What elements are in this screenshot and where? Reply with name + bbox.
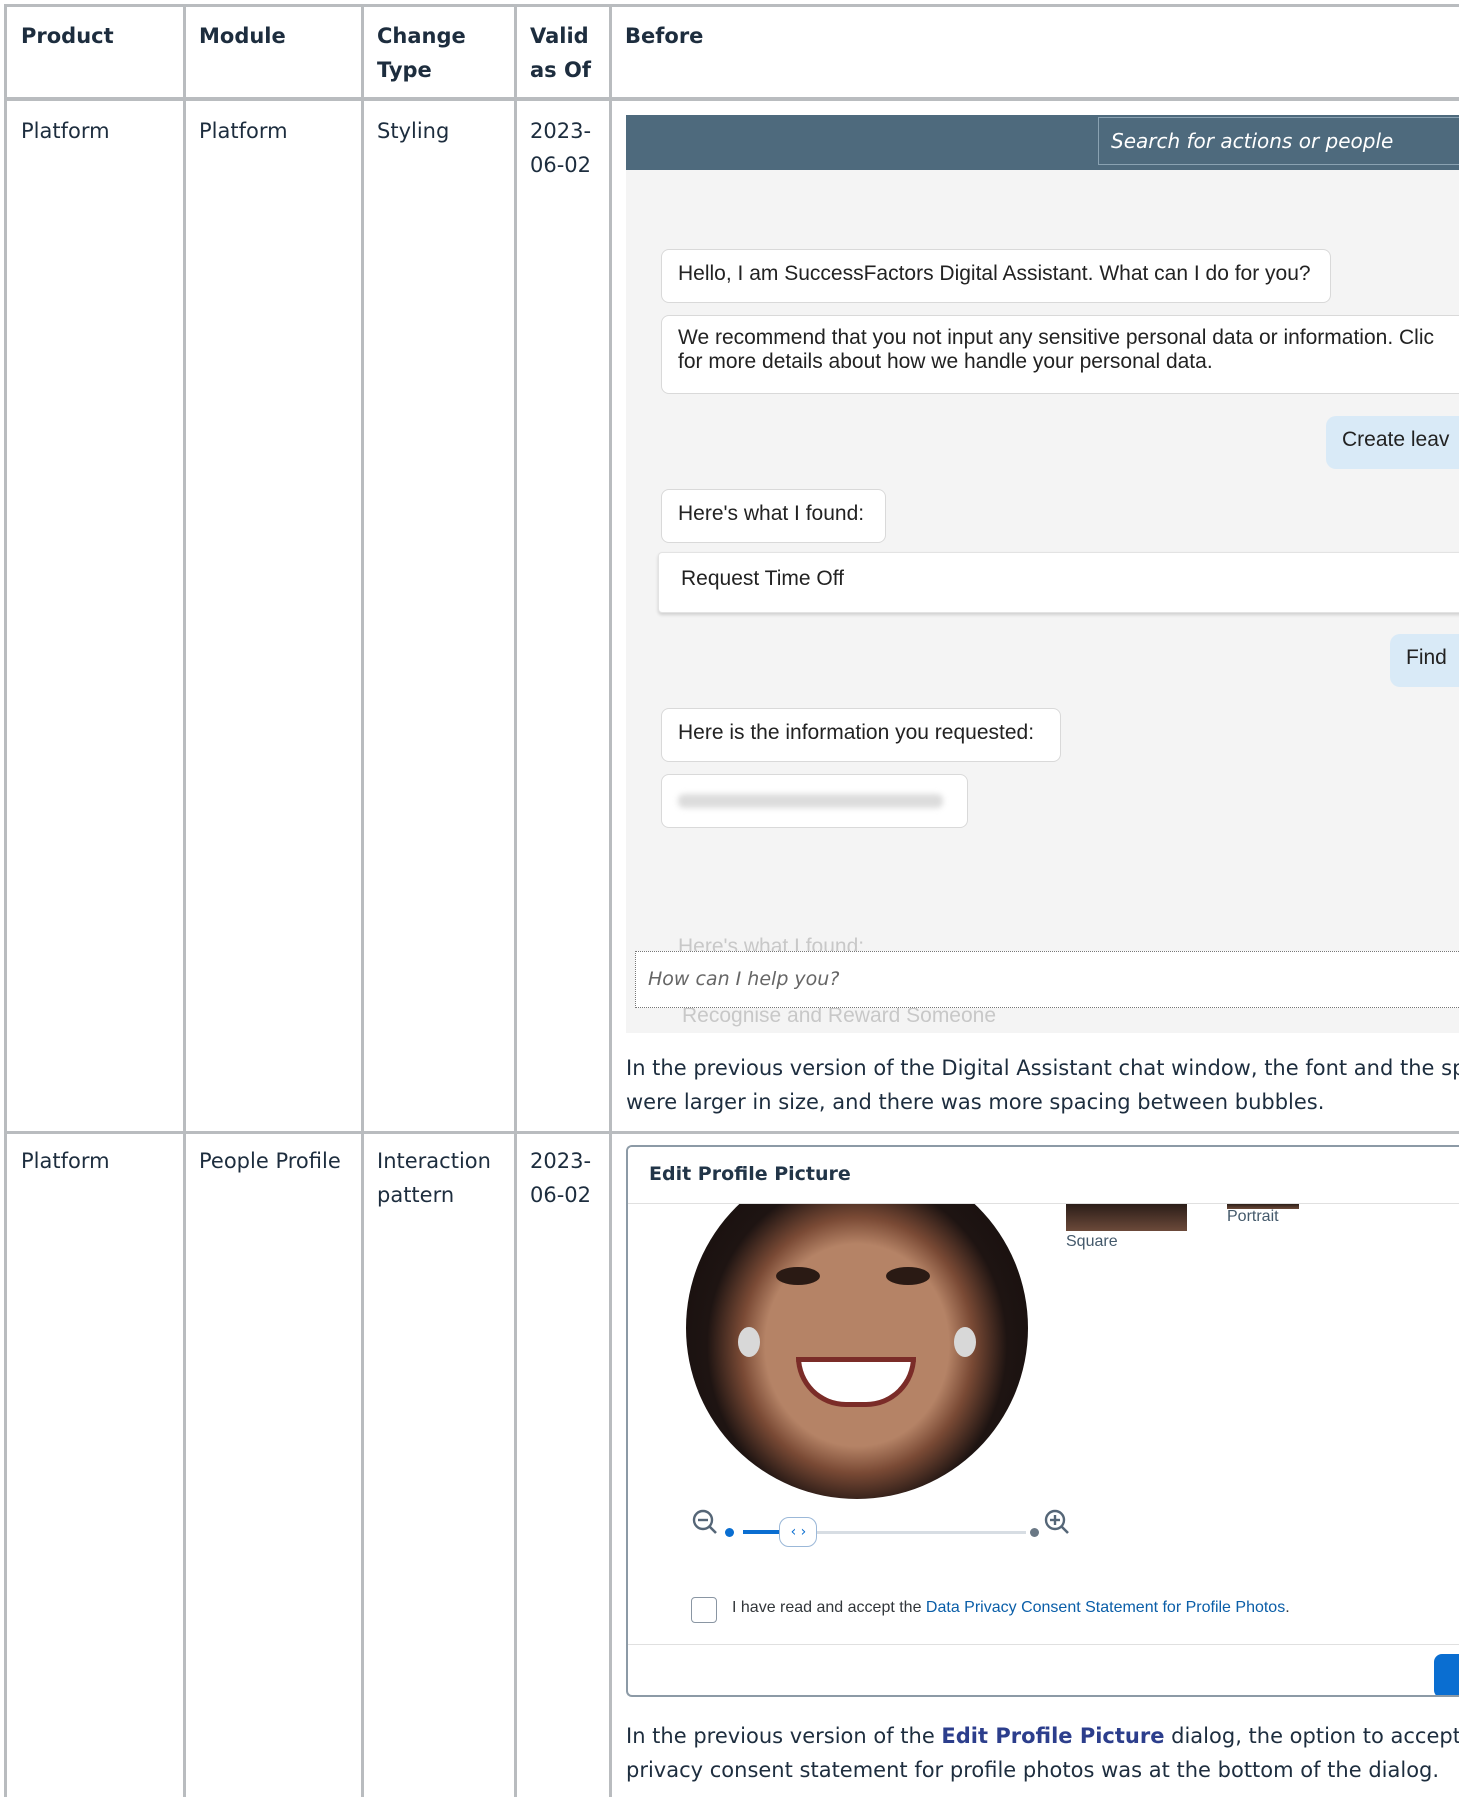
header-valid-2: as Of [530, 58, 591, 82]
assistant-bubble: We recommend that you not input any sens… [661, 315, 1459, 394]
column-divider [183, 4, 186, 1797]
profile-photo [686, 1157, 1028, 1499]
consent-checkbox[interactable] [691, 1597, 717, 1623]
header-change-type-2: Type [377, 58, 432, 82]
header-change-type-1: Change [377, 24, 466, 48]
assistant-bubble: Here's what I found: [661, 489, 886, 543]
row1-valid-2: 06-02 [530, 153, 592, 177]
row2-description-line2: privacy consent statement for profile ph… [626, 1758, 1440, 1782]
slider-min-dot [725, 1528, 734, 1537]
header-divider [628, 1203, 1459, 1204]
table-border-top [6, 4, 1459, 7]
row2-change-type-1: Interaction [377, 1149, 491, 1173]
square-thumbnail[interactable] [1066, 1204, 1187, 1231]
row2-module: People Profile [199, 1149, 341, 1173]
row2-valid-1: 2023- [530, 1149, 592, 1173]
digital-assistant-screenshot: Search for actions or people Hello, I am… [626, 115, 1459, 1033]
column-divider [514, 4, 517, 1797]
blurred-email-bubble [661, 774, 968, 828]
consent-label: I have read and accept the [732, 1599, 926, 1616]
consent-end: . [1285, 1599, 1290, 1616]
row-divider [6, 1131, 1459, 1134]
column-divider [361, 4, 364, 1797]
row2-description-suffix: dialog, the option to accept or c [1171, 1724, 1459, 1748]
user-message: Find [1390, 634, 1459, 687]
header-before: Before [625, 24, 704, 48]
row2-valid-2: 06-02 [530, 1183, 592, 1207]
photo-earring [738, 1327, 760, 1357]
chat-input[interactable]: How can I help you? [635, 951, 1459, 1008]
row2-description-prefix: In the previous version of the [626, 1724, 942, 1748]
user-message: Create leav [1326, 416, 1459, 469]
header-divider [6, 97, 1459, 101]
portrait-label: Portrait [1227, 1208, 1279, 1225]
change-table: Product Module Change Type Valid as Of B… [0, 0, 1459, 1797]
footer-divider [628, 1644, 1459, 1645]
search-input[interactable]: Search for actions or people [1098, 117, 1459, 165]
assistant-bubble: Here is the information you requested: [661, 708, 1061, 762]
row1-change-type: Styling [377, 119, 450, 143]
consent-link[interactable]: Data Privacy Consent Statement for Profi… [926, 1599, 1285, 1616]
row1-product: Platform [21, 119, 110, 143]
header-module: Module [199, 24, 286, 48]
edit-profile-picture-screenshot: Edit Profile Picture Square Portrait ‹ ›… [626, 1145, 1459, 1697]
row2-description-line1: In the previous version of the Edit Prof… [626, 1719, 1459, 1753]
row1-valid-1: 2023- [530, 119, 592, 143]
slider-max-dot [1030, 1528, 1039, 1537]
photo-earring [954, 1327, 976, 1357]
edit-profile-picture-link[interactable]: Edit Profile Picture [941, 1724, 1164, 1748]
dialog-title: Edit Profile Picture [649, 1163, 851, 1185]
header-product: Product [21, 24, 114, 48]
consent-text: I have read and accept the Data Privacy … [732, 1599, 1290, 1617]
result-card[interactable]: Request Time Off [658, 552, 1459, 613]
row1-description-line1: In the previous version of the Digital A… [626, 1056, 1459, 1080]
column-divider [609, 4, 612, 1797]
column-divider [4, 4, 7, 1797]
assistant-bubble: Hello, I am SuccessFactors Digital Assis… [661, 249, 1331, 303]
photo-eye [776, 1267, 820, 1285]
row2-change-type-2: pattern [377, 1183, 455, 1207]
zoom-slider-handle[interactable]: ‹ › [779, 1517, 818, 1547]
square-label: Square [1066, 1233, 1118, 1250]
row1-description-line2: were larger in size, and there was more … [626, 1090, 1325, 1114]
photo-smile [796, 1357, 916, 1407]
photo-eye [886, 1267, 930, 1285]
header-valid-1: Valid [530, 24, 589, 48]
row2-product: Platform [21, 1149, 110, 1173]
row1-module: Platform [199, 119, 288, 143]
zoom-in-icon[interactable] [1044, 1509, 1070, 1535]
save-button[interactable] [1434, 1654, 1459, 1695]
zoom-out-icon[interactable] [692, 1509, 718, 1535]
